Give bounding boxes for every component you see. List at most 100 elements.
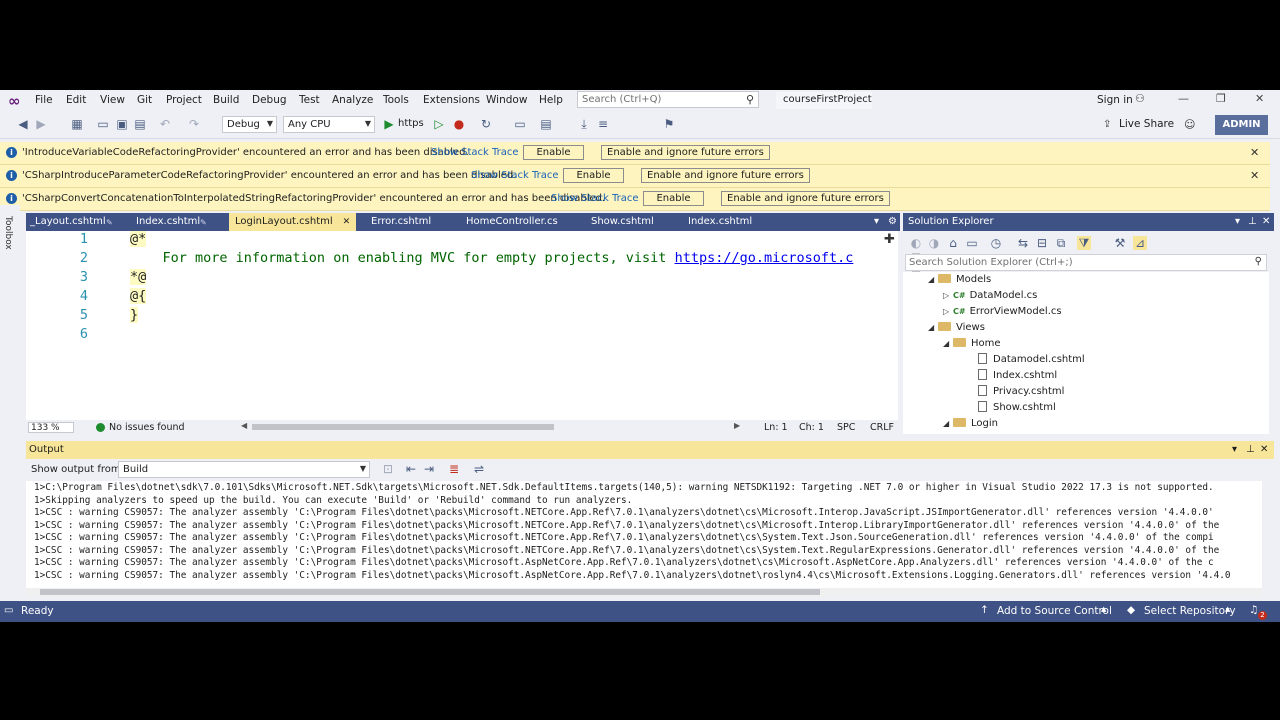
tab-homecontroller-cs[interactable]: HomeController.cs bbox=[466, 213, 558, 231]
step-icon[interactable]: ⤓ bbox=[577, 117, 591, 131]
menu-tools[interactable]: Tools bbox=[383, 94, 409, 106]
close-icon[interactable]: ✕ bbox=[1250, 146, 1259, 159]
expand-arrow-icon[interactable]: ◢ bbox=[928, 320, 938, 336]
refresh-icon[interactable]: ↻ bbox=[479, 117, 493, 131]
menu-build[interactable]: Build bbox=[213, 94, 239, 106]
run-icon[interactable]: ▶ bbox=[382, 117, 396, 131]
navigate-forward-icon[interactable]: ▶ bbox=[34, 117, 48, 131]
find-message-icon[interactable]: ⊡ bbox=[381, 462, 395, 476]
select-repository-button[interactable]: Select Repository bbox=[1144, 605, 1236, 617]
minimize-icon[interactable]: — bbox=[1178, 92, 1189, 105]
tree-item-login[interactable]: ◢ Login bbox=[943, 416, 998, 432]
output-scroll-thumb[interactable] bbox=[40, 589, 820, 595]
open-file-icon[interactable]: ▭ bbox=[96, 117, 110, 131]
navigate-back-icon[interactable]: ◀ bbox=[16, 117, 30, 131]
show-stack-trace-link[interactable]: Show Stack Trace bbox=[551, 193, 639, 204]
clear-all-icon[interactable]: ≣ bbox=[447, 462, 461, 476]
collapse-arrow-icon[interactable]: ▷ bbox=[943, 288, 953, 304]
pending-changes-icon[interactable]: ◷ bbox=[989, 236, 1003, 250]
split-editor-icon[interactable]: ✚ bbox=[884, 232, 895, 247]
menu-view[interactable]: View bbox=[100, 94, 125, 106]
pin-icon[interactable]: ✎ bbox=[106, 214, 113, 232]
properties-icon[interactable]: ⚒ bbox=[1113, 236, 1127, 250]
close-window-icon[interactable]: ✕ bbox=[1255, 92, 1264, 105]
enable-ignore-button[interactable]: Enable and ignore future errors bbox=[721, 191, 890, 206]
chevron-down-icon[interactable]: ▾ bbox=[1235, 213, 1240, 231]
switch-views-icon[interactable]: ▭ bbox=[965, 236, 979, 250]
pin-icon[interactable]: ✎ bbox=[200, 214, 207, 232]
collapse-all-icon[interactable]: ⊟ bbox=[1035, 236, 1049, 250]
tree-item-views[interactable]: ◢ Views bbox=[928, 320, 985, 336]
format-icon[interactable]: ≡ bbox=[596, 117, 610, 131]
chevron-down-icon[interactable]: ▾ bbox=[1232, 441, 1237, 459]
tree-item-privacy-cshtml[interactable]: Privacy.cshtml bbox=[978, 384, 1064, 400]
expand-arrow-icon[interactable]: ◢ bbox=[943, 336, 953, 352]
next-message-icon[interactable]: ⇥ bbox=[422, 462, 436, 476]
whitespace-indicator[interactable]: SPC bbox=[837, 422, 855, 433]
project-name-badge[interactable]: courseFirstProject bbox=[776, 92, 872, 109]
tree-item-home[interactable]: ◢ Home bbox=[943, 336, 1001, 352]
tab-layout-cshtml[interactable]: _Layout.cshtml bbox=[30, 213, 106, 231]
menu-git[interactable]: Git bbox=[137, 94, 152, 106]
tab-index-cshtml-2[interactable]: Index.cshtml bbox=[688, 213, 752, 231]
menu-file[interactable]: File bbox=[35, 94, 53, 106]
expand-arrow-icon[interactable]: ◢ bbox=[928, 272, 938, 288]
preview-icon[interactable]: ⊿ bbox=[1133, 236, 1147, 250]
zoom-dropdown[interactable]: 133 % bbox=[28, 422, 74, 433]
column-indicator[interactable]: Ch: 1 bbox=[799, 422, 824, 433]
menu-analyze[interactable]: Analyze bbox=[332, 94, 373, 106]
tree-item-models[interactable]: ◢ Models bbox=[928, 272, 991, 288]
sign-in-link[interactable]: Sign in bbox=[1097, 94, 1133, 106]
save-icon[interactable]: ▣ bbox=[115, 117, 129, 131]
line-ending-indicator[interactable]: CRLF bbox=[870, 422, 894, 433]
editor-horizontal-scroll-thumb[interactable] bbox=[252, 424, 554, 430]
code-editor[interactable]: 1 @* 2 For more information on enabling … bbox=[26, 231, 922, 433]
prev-message-icon[interactable]: ⇤ bbox=[404, 462, 418, 476]
undo-icon[interactable]: ↶ bbox=[158, 117, 172, 131]
solution-explorer-search-input[interactable]: Search Solution Explorer (Ctrl+;) ⚲ bbox=[905, 254, 1267, 271]
live-share-button[interactable]: Live Share bbox=[1119, 118, 1174, 130]
run-target-button[interactable]: https bbox=[398, 118, 424, 129]
account-icon[interactable]: ⚇ bbox=[1135, 92, 1145, 105]
output-text-area[interactable]: 1>C:\Program Files\dotnet\sdk\7.0.101\Sd… bbox=[26, 481, 1262, 588]
visual-studio-logo-icon[interactable]: ∞ bbox=[8, 93, 24, 109]
collapse-arrow-icon[interactable]: ▷ bbox=[943, 304, 953, 320]
pin-icon[interactable]: ⊥ bbox=[1246, 441, 1255, 459]
menu-help[interactable]: Help bbox=[539, 94, 563, 106]
configuration-dropdown[interactable]: Debug ▼ bbox=[222, 116, 277, 133]
maximize-icon[interactable]: ❐ bbox=[1216, 92, 1226, 105]
close-icon[interactable]: ✕ bbox=[1262, 213, 1270, 231]
admin-badge[interactable]: ADMIN bbox=[1215, 115, 1268, 135]
tab-index-cshtml[interactable]: Index.cshtml bbox=[136, 213, 200, 231]
close-icon[interactable]: ✕ bbox=[1250, 169, 1259, 182]
home-icon[interactable]: ⌂ bbox=[946, 236, 960, 250]
filter-icon[interactable]: ⧩ bbox=[1077, 236, 1091, 250]
enable-button[interactable]: Enable bbox=[523, 145, 584, 160]
scroll-left-icon[interactable]: ◀ bbox=[241, 421, 247, 430]
notifications-bell-icon[interactable]: ♫ bbox=[1249, 604, 1258, 616]
tree-item-datamodel-cs[interactable]: ▷ C# DataModel.cs bbox=[943, 288, 1037, 304]
scroll-right-icon[interactable]: ▶ bbox=[734, 421, 740, 430]
show-stack-trace-link[interactable]: Show Stack Trace bbox=[471, 170, 559, 181]
hot-reload-icon[interactable]: ● bbox=[452, 117, 466, 131]
redo-icon[interactable]: ↷ bbox=[187, 117, 201, 131]
close-icon[interactable]: ✕ bbox=[1260, 441, 1268, 459]
tree-item-errorviewmodel-cs[interactable]: ▷ C# ErrorViewModel.cs bbox=[943, 304, 1062, 320]
tab-loginlayout-cshtml[interactable]: LoginLayout.cshtml ✕ bbox=[229, 213, 356, 231]
menu-test[interactable]: Test bbox=[299, 94, 320, 106]
issues-status[interactable]: No issues found bbox=[109, 422, 185, 433]
output-source-dropdown[interactable]: Build ▼ bbox=[118, 461, 370, 478]
pin-icon[interactable]: ⊥ bbox=[1248, 213, 1257, 231]
tree-item-show-cshtml[interactable]: Show.cshtml bbox=[978, 400, 1056, 416]
toolbox-tab[interactable]: Toolbox bbox=[3, 216, 13, 250]
sync-icon[interactable]: ⇆ bbox=[1016, 236, 1030, 250]
line-indicator[interactable]: Ln: 1 bbox=[764, 422, 788, 433]
menu-debug[interactable]: Debug bbox=[252, 94, 287, 106]
menu-window[interactable]: Window bbox=[486, 94, 527, 106]
tab-show-cshtml[interactable]: Show.cshtml bbox=[591, 213, 654, 231]
start-without-debug-icon[interactable]: ▷ bbox=[432, 117, 446, 131]
layout-icon[interactable]: ▤ bbox=[539, 117, 553, 131]
enable-button[interactable]: Enable bbox=[643, 191, 704, 206]
menu-edit[interactable]: Edit bbox=[66, 94, 86, 106]
expand-arrow-icon[interactable]: ◢ bbox=[943, 416, 953, 432]
